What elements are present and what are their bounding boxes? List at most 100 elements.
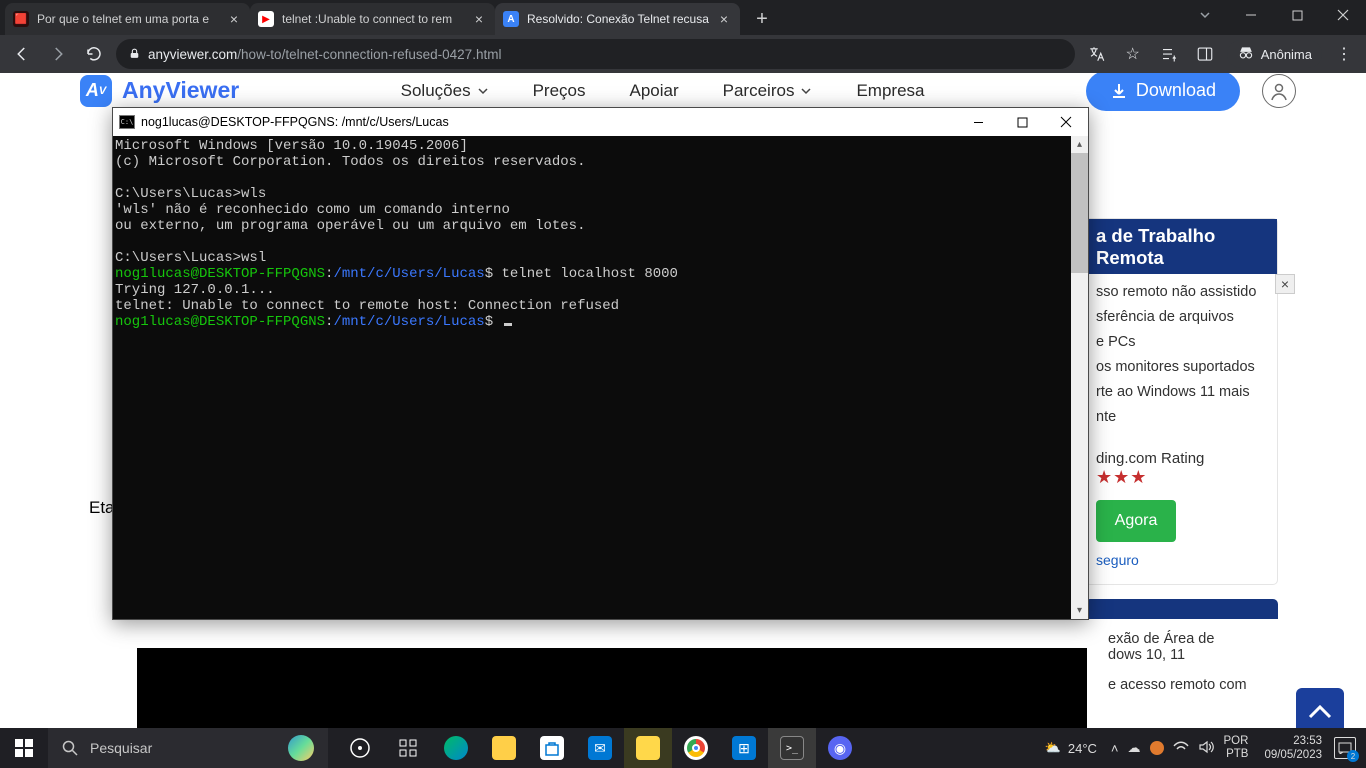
download-icon (1110, 82, 1128, 100)
terminal-icon: C:\ (119, 115, 135, 129)
terminal-window[interactable]: C:\ nog1lucas@DESKTOP-FFPQGNS: /mnt/c/Us… (112, 107, 1089, 620)
terminal-close-button[interactable] (1044, 108, 1088, 136)
taskbar-apps: ✉ ⊞ >_ ◉ (336, 728, 864, 768)
task-view-button[interactable] (336, 728, 384, 768)
start-button[interactable] (0, 728, 48, 768)
sidebar-close-button[interactable]: × (1275, 274, 1295, 294)
back-to-top-button[interactable] (1296, 688, 1344, 728)
sidebar-text: exão de Área de (1108, 631, 1278, 647)
chevron-down-icon (800, 85, 812, 97)
tab-3-active[interactable]: A Resolvido: Conexão Telnet recusa × (495, 3, 740, 35)
clock-time: 23:53 (1264, 734, 1322, 748)
tray-meet-icon[interactable] (1150, 741, 1164, 755)
logo[interactable]: AV AnyViewer (80, 75, 239, 107)
download-label: Download (1136, 80, 1216, 101)
chrome-minimize-button[interactable] (1228, 0, 1274, 30)
page-header: AV AnyViewer Soluções Preços Apoiar Parc… (0, 73, 1366, 108)
tray-wifi-icon[interactable] (1173, 740, 1189, 757)
notification-badge: 2 (1347, 750, 1359, 762)
nav-label: Preços (533, 81, 586, 101)
terminal-cursor (504, 323, 512, 326)
scroll-up-icon[interactable]: ▴ (1071, 136, 1088, 153)
taskbar-app-cortana[interactable] (384, 728, 432, 768)
rating-label: ding.com Rating (1096, 450, 1277, 467)
tray-lang2[interactable]: PTB (1226, 748, 1248, 761)
taskbar-app-settings[interactable]: ⊞ (720, 728, 768, 768)
sidebar-card2-header (1085, 599, 1278, 619)
new-tab-button[interactable]: + (748, 5, 776, 33)
url-domain: anyviewer.com (148, 47, 237, 62)
download-button[interactable]: Download (1086, 73, 1240, 111)
taskbar-app-edge[interactable] (432, 728, 480, 768)
tab-close-icon[interactable]: × (716, 11, 732, 27)
forward-button[interactable] (44, 40, 72, 68)
reload-button[interactable] (80, 40, 108, 68)
sidebar-card: a de Trabalho Remota × sso remoto não as… (1085, 218, 1278, 585)
nav-empresa[interactable]: Empresa (856, 81, 924, 101)
sidebar-item: os monitores suportados (1096, 359, 1277, 375)
page-sidebar: a de Trabalho Remota × sso remoto não as… (1098, 218, 1278, 693)
search-placeholder: Pesquisar (90, 740, 152, 756)
tab-1[interactable]: 🟥 Por que o telnet em uma porta e × (5, 3, 250, 35)
search-icon (62, 740, 78, 756)
profile-button[interactable] (1262, 74, 1296, 108)
terminal-body[interactable]: Microsoft Windows [versão 10.0.19045.200… (113, 136, 1088, 619)
tray-lang1[interactable]: POR (1224, 735, 1249, 748)
favicon-anyviewer: A (503, 11, 519, 27)
incognito-chip[interactable]: Anônima (1227, 40, 1322, 68)
translate-icon[interactable] (1083, 40, 1111, 68)
nav-solucoes[interactable]: Soluções (401, 81, 489, 101)
browser-toolbar: anyviewer.com/how-to/telnet-connection-r… (0, 35, 1366, 73)
sidebar-secure-link[interactable]: seguro (1096, 552, 1277, 568)
terminal-maximize-button[interactable] (1000, 108, 1044, 136)
tab-close-icon[interactable]: × (226, 11, 242, 27)
tab-2[interactable]: ▶ telnet :Unable to connect to rem × (250, 3, 495, 35)
tab-title: Resolvido: Conexão Telnet recusa (527, 12, 716, 26)
terminal-minimize-button[interactable] (956, 108, 1000, 136)
notifications-button[interactable]: 2 (1334, 737, 1356, 759)
tray-onedrive-icon[interactable]: ☁ (1128, 740, 1141, 756)
sidepanel-icon[interactable] (1191, 40, 1219, 68)
chrome-maximize-button[interactable] (1274, 0, 1320, 30)
scroll-down-icon[interactable]: ▾ (1071, 602, 1088, 619)
address-bar[interactable]: anyviewer.com/how-to/telnet-connection-r… (116, 39, 1075, 69)
taskbar-app-terminal[interactable]: >_ (768, 728, 816, 768)
weather-widget[interactable]: ⛅ 24°C (1045, 740, 1097, 756)
taskbar-search[interactable]: Pesquisar (48, 728, 328, 768)
chrome-close-button[interactable] (1320, 0, 1366, 30)
terminal-output: Microsoft Windows [versão 10.0.19045.200… (113, 136, 1088, 330)
scrollbar-thumb[interactable] (1071, 153, 1088, 273)
tab-close-icon[interactable]: × (471, 11, 487, 27)
favicon-youtube: ▶ (258, 11, 274, 27)
taskbar-app-chrome[interactable] (672, 728, 720, 768)
tray-clock[interactable]: 23:53 09/05/2023 (1264, 734, 1322, 762)
terminal-scrollbar[interactable]: ▴ ▾ (1071, 136, 1088, 619)
rating-stars: ★★★ (1096, 467, 1277, 488)
nav-parceiros[interactable]: Parceiros (723, 81, 813, 101)
back-button[interactable] (8, 40, 36, 68)
chrome-caret-icon[interactable] (1182, 0, 1228, 30)
playlist-icon[interactable] (1155, 40, 1183, 68)
windows-taskbar: Pesquisar ✉ ⊞ >_ ◉ ⛅ 24°C ˄ ☁ POR PTB (0, 728, 1366, 768)
url-path: /how-to/telnet-connection-refused-0427.h… (237, 47, 501, 62)
taskbar-app-store[interactable] (528, 728, 576, 768)
main-nav: Soluções Preços Apoiar Parceiros Empresa (401, 81, 925, 101)
sidebar-item: sferência de arquivos (1096, 309, 1277, 325)
menu-dots-icon[interactable]: ⋮ (1330, 40, 1358, 68)
chevron-up-icon (1306, 702, 1334, 722)
sidebar-cta-button[interactable]: Agora (1096, 500, 1176, 542)
terminal-titlebar[interactable]: C:\ nog1lucas@DESKTOP-FFPQGNS: /mnt/c/Us… (113, 108, 1088, 136)
taskbar-app-explorer[interactable] (480, 728, 528, 768)
sidebar-feature-list: sso remoto não assistido sferência de ar… (1086, 274, 1277, 440)
tray-volume-icon[interactable] (1198, 740, 1214, 757)
page-screenshot-region (137, 648, 1087, 728)
tray-chevron-icon[interactable]: ˄ (1111, 741, 1119, 756)
nav-label: Parceiros (723, 81, 795, 101)
taskbar-app-mail[interactable]: ✉ (576, 728, 624, 768)
taskbar-app-notes[interactable] (624, 728, 672, 768)
nav-precos[interactable]: Preços (533, 81, 586, 101)
nav-apoiar[interactable]: Apoiar (630, 81, 679, 101)
taskbar-app-discord[interactable]: ◉ (816, 728, 864, 768)
sidebar-card2-body: exão de Área de dows 10, 11 e acesso rem… (1098, 619, 1278, 693)
bookmark-star-icon[interactable]: ☆ (1119, 40, 1147, 68)
